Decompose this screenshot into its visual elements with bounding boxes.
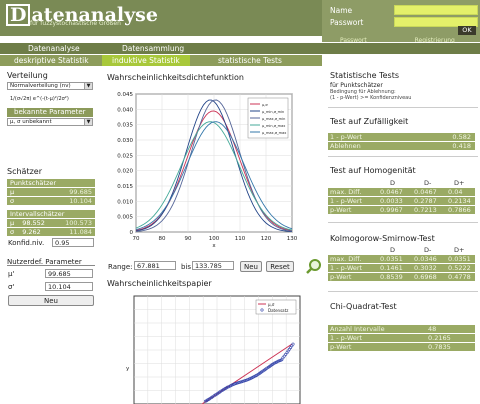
konfniv-input[interactable]: 0.95 [52, 238, 94, 247]
site-subtitle: für fuzzystochastische Größen [30, 20, 121, 27]
tab-statistische-tests[interactable]: statistische Tests [218, 56, 282, 65]
ks-row: 1 - p-Wert 0.1461 0.3032 0.5222 [328, 264, 475, 272]
verteilung-title: Verteilung [7, 71, 48, 80]
homogen-title: Test auf Homogenität [330, 166, 416, 175]
range-label: Range: [108, 263, 133, 271]
divider [328, 222, 478, 223]
int-mu-row: μ 98.552 100.573 [7, 219, 95, 227]
range-neu-button[interactable]: Neu [240, 261, 262, 272]
density-chart: 00.0050.0100.0150.0200.0250.0300.0350.04… [104, 86, 300, 252]
mu-prime-label: μ' [8, 270, 14, 278]
y-tick-label: 0.035 [117, 123, 133, 129]
x-tick-label: 80 [159, 236, 166, 242]
prob-paper-title: Wahrscheinlichkeitspapier [107, 279, 212, 288]
legend-label: μ,σ [268, 302, 275, 307]
distribution-select[interactable]: Normalverteilung (nv) ▼ [7, 82, 93, 90]
legend-label: Datensatz [268, 308, 288, 313]
homogen-row: 1 - p-Wert 0.0033 0.2787 0.2134 [328, 197, 475, 205]
ks-row: p-Wert 0.8539 0.6968 0.4778 [328, 273, 475, 281]
params-header: bekannte Parameter [7, 108, 93, 117]
tests-condition2: (1 - p-Wert) >= Konfidenzniveau [330, 95, 411, 101]
chevron-down-icon: ▼ [84, 119, 92, 125]
tests-subtitle: für Punktschätzer [330, 82, 383, 89]
main-nav: Datenanalyse Datensammlung [0, 43, 480, 54]
login-panel: Name Passwort [322, 0, 480, 42]
density-title: Wahrscheinlichkeitsdichtefunktion [107, 73, 244, 82]
y-tick-label: 0.010 [117, 199, 133, 205]
sub-nav: deskriptive Statistik induktive Statisti… [0, 55, 322, 66]
chi-row: 1 - p-Wert 0.2165 [328, 334, 475, 342]
y-tick-label: 0.030 [117, 138, 133, 144]
y-tick-label: 0.040 [117, 107, 133, 113]
int-sigma-row: σ 9.262 11.084 [7, 228, 95, 236]
chi-row: Anzahl Intervalle 48 [328, 325, 475, 333]
tests-title: Statistische Tests [330, 71, 399, 80]
range-bis-label: bis [181, 263, 191, 271]
nutzerdef-neu-button[interactable]: Neu [8, 295, 94, 306]
range-from-input[interactable]: 67.881 [134, 261, 176, 270]
range-reset-button[interactable]: Reset [266, 261, 294, 272]
punktschaetzer-header: Punktschätzer [7, 179, 95, 187]
zufall-row: 1 - p-Wert 0.582 [328, 133, 475, 141]
y-tick-label: 0.020 [117, 169, 133, 175]
mu-prime-input[interactable]: 99.685 [45, 269, 93, 278]
x-tick-label: 120 [261, 236, 272, 242]
legend-label: μ_min,σ_min [262, 110, 284, 114]
password-label: Passwort [330, 18, 363, 27]
x-tick-label: 70 [133, 236, 140, 242]
sigma-prime-label: σ' [8, 283, 14, 291]
divider [328, 291, 478, 292]
probability-paper-chart: y μ,σDatensatz [104, 290, 304, 404]
zufall-row: Ablehnen 0.418 [328, 142, 475, 150]
legend-label: μ_max,σ_min [262, 117, 285, 121]
ks-header: D D- D+ [328, 246, 475, 254]
divider [328, 107, 478, 108]
homogen-row: max. Diff. 0.0467 0.0467 0.04 [328, 188, 475, 196]
login-ok-button[interactable]: OK [458, 26, 476, 35]
legend-label: μ_min,σ_max [262, 124, 285, 128]
ks-row: max. Diff. 0.0351 0.0346 0.0351 [328, 255, 475, 263]
sigma-prime-input[interactable]: 10.104 [45, 282, 93, 291]
density-formula: 1/(σ√2π) e^(-(t-μ)²/2σ²) [10, 96, 69, 102]
param-select[interactable]: μ, σ unbekannt ▼ [7, 118, 93, 126]
x-tick-label: 100 [209, 236, 220, 242]
y-tick-label: 0.005 [117, 215, 133, 221]
name-input[interactable] [394, 5, 478, 15]
zufall-title: Test auf Zufälligkeit [330, 117, 408, 126]
x-tick-label: 90 [185, 236, 192, 242]
y-axis-label: y [126, 366, 130, 372]
chi-title: Chi-Quadrat-Test [330, 302, 397, 311]
punkt-mu-row: μ 99.685 [7, 188, 95, 196]
tab-datenanalyse[interactable]: Datenanalyse [28, 44, 80, 53]
legend-label: μ_max,σ_max [262, 131, 286, 135]
nutzerdef-title: Nutzerdef. Parameter [7, 258, 95, 266]
homogen-header: D D- D+ [328, 179, 475, 187]
y-tick-label: 0.015 [117, 184, 133, 190]
intervallschaetzer-header: Intervallschätzer [7, 210, 95, 218]
homogen-row: p-Wert 0.9967 0.7213 0.7866 [328, 206, 475, 214]
x-axis-label: x [212, 243, 216, 249]
tab-datensammlung[interactable]: Datensammlung [122, 44, 184, 53]
range-to-input[interactable]: 133.785 [192, 261, 234, 270]
chevron-down-icon: ▼ [84, 83, 92, 89]
chi-row: p-Wert 0.7835 [328, 343, 475, 351]
name-label: Name [330, 6, 352, 15]
y-tick-label: 0.025 [117, 153, 133, 159]
tab-deskriptive-statistik[interactable]: deskriptive Statistik [14, 56, 89, 65]
punkt-sigma-row: σ 10.104 [7, 197, 95, 205]
x-tick-label: 130 [287, 236, 298, 242]
tab-induktive-statistik[interactable]: induktive Statistik [102, 55, 190, 66]
divider [328, 156, 478, 157]
ks-title: Kolmogorow-Smirnow-Test [330, 234, 435, 243]
konfniv-label: Konfid.niv. [8, 239, 44, 247]
legend-label: μ,σ [262, 103, 268, 107]
zoom-icon[interactable] [306, 258, 322, 274]
y-tick-label: 0.045 [117, 92, 133, 98]
x-tick-label: 110 [235, 236, 246, 242]
schaetzer-title: Schätzer [7, 167, 42, 176]
